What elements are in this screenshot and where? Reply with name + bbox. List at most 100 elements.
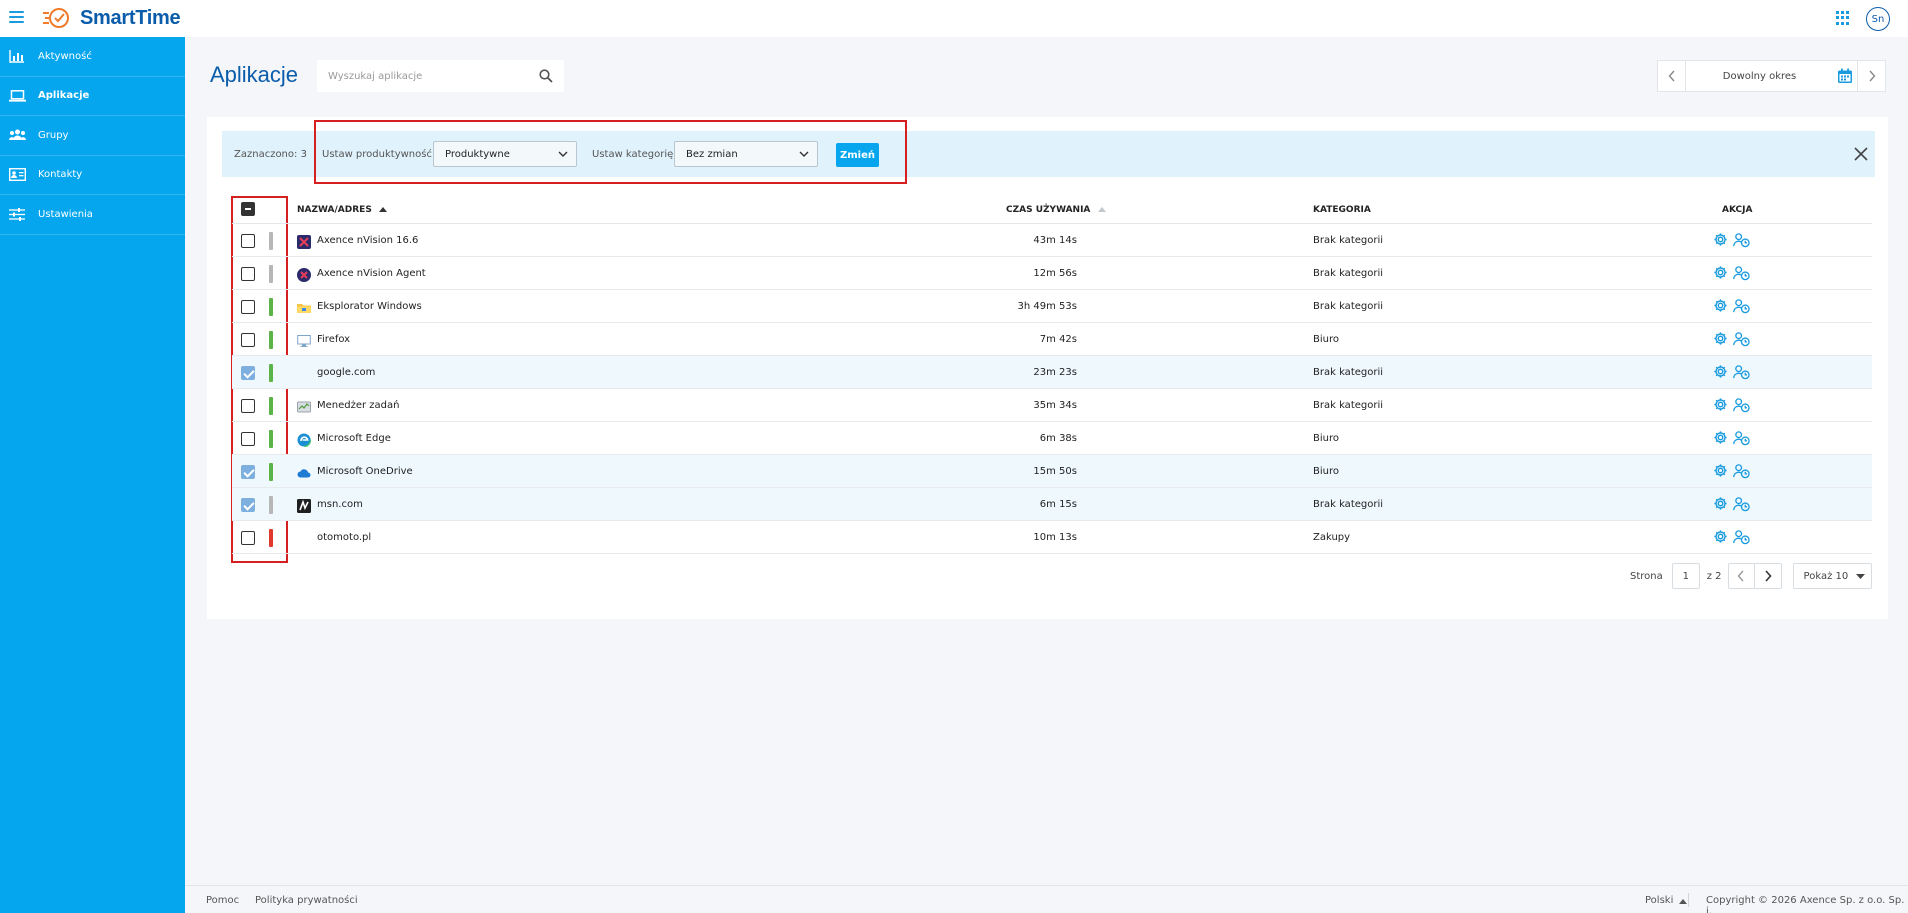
- sidebar-item-activity[interactable]: Aktywność: [0, 37, 185, 77]
- language-value: Polski: [1645, 895, 1674, 906]
- chevron-left-icon: [1737, 570, 1744, 582]
- productivity-indicator: [269, 496, 273, 514]
- close-icon[interactable]: [1854, 147, 1868, 161]
- app-category: Zakupy: [1313, 532, 1351, 543]
- user-schedule-icon[interactable]: [1733, 463, 1750, 479]
- sliders-icon: [8, 207, 26, 221]
- table-row[interactable]: msn.com 6m 15s Brak kategorii: [232, 488, 1872, 521]
- table-row[interactable]: Axence nVision Agent 12m 56s Brak kategori…: [232, 257, 1872, 290]
- task-manager-icon: [297, 399, 311, 413]
- row-checkbox[interactable]: [241, 465, 255, 479]
- logo[interactable]: SmartTime: [42, 6, 181, 30]
- table-row[interactable]: Menedżer zadań 35m 34s Brak kategorii: [232, 389, 1872, 422]
- table-row[interactable]: Axence nVision 16.6 43m 14s Brak kategorii: [232, 224, 1872, 257]
- settings-gear-icon[interactable]: [1713, 265, 1729, 281]
- calendar-button[interactable]: [1833, 61, 1857, 91]
- app-name: msn.com: [317, 499, 363, 510]
- sidebar-item-groups[interactable]: Grupy: [0, 116, 185, 156]
- column-header-time[interactable]: CZAS UŻYWANIA: [1006, 205, 1106, 215]
- row-checkbox[interactable]: [241, 399, 255, 413]
- productivity-indicator: [269, 232, 273, 250]
- row-checkbox[interactable]: [241, 267, 255, 281]
- change-button[interactable]: Zmień: [836, 143, 879, 167]
- period-next-button[interactable]: [1857, 61, 1885, 91]
- brand-name: SmartTime: [80, 6, 181, 29]
- user-schedule-icon[interactable]: [1733, 397, 1750, 413]
- settings-gear-icon[interactable]: [1713, 463, 1729, 479]
- sidebar-item-contacts[interactable]: Kontakty: [0, 156, 185, 195]
- avatar[interactable]: Sn: [1866, 7, 1890, 31]
- sidebar-item-applications[interactable]: Aplikacje: [0, 77, 185, 116]
- row-checkbox[interactable]: [241, 234, 255, 248]
- settings-gear-icon[interactable]: [1713, 430, 1729, 446]
- usage-time: 6m 15s: [1039, 499, 1077, 510]
- app-name: Microsoft Edge: [317, 433, 391, 444]
- hamburger-menu-icon[interactable]: [9, 11, 24, 23]
- page-number-input[interactable]: 1: [1671, 563, 1700, 589]
- usage-time: 6m 38s: [1039, 433, 1077, 444]
- period-label[interactable]: Dowolny okres: [1686, 71, 1833, 82]
- category-value: Bez zmian: [686, 148, 738, 160]
- table-row[interactable]: Microsoft OneDrive 15m 50s Biuro: [232, 455, 1872, 488]
- search-input[interactable]: [317, 60, 527, 92]
- row-checkbox[interactable]: [241, 498, 255, 512]
- user-schedule-icon[interactable]: [1733, 331, 1750, 347]
- user-schedule-icon[interactable]: [1733, 529, 1750, 545]
- productivity-indicator: [269, 529, 273, 547]
- row-checkbox[interactable]: [241, 366, 255, 380]
- user-schedule-icon[interactable]: [1733, 364, 1750, 380]
- productivity-value: Produktywne: [445, 148, 510, 160]
- period-prev-button[interactable]: [1658, 61, 1686, 91]
- row-checkbox[interactable]: [241, 300, 255, 314]
- table-row[interactable]: Eksplorator Windows 3h 49m 53s Brak katego…: [232, 290, 1872, 323]
- productivity-indicator: [269, 331, 273, 349]
- usage-time: 3h 49m 53s: [1017, 301, 1077, 312]
- page-label: Strona: [1630, 570, 1663, 582]
- select-all-checkbox[interactable]: [241, 202, 255, 216]
- productivity-dropdown[interactable]: Produktywne: [433, 141, 577, 167]
- usage-time: 43m 14s: [1033, 235, 1077, 246]
- chevron-right-icon: [1764, 570, 1772, 582]
- user-schedule-icon[interactable]: [1733, 298, 1750, 314]
- table-row[interactable]: otomoto.pl 10m 13s Zakupy: [232, 521, 1872, 554]
- user-schedule-icon[interactable]: [1733, 265, 1750, 281]
- user-schedule-icon[interactable]: [1733, 232, 1750, 248]
- per-page-select[interactable]: Pokaż 10: [1792, 563, 1872, 589]
- productivity-label: Ustaw produktywność: [322, 148, 432, 160]
- user-schedule-icon[interactable]: [1733, 430, 1750, 446]
- table-row[interactable]: Firefox 7m 42s Biuro: [232, 323, 1872, 356]
- row-checkbox[interactable]: [241, 333, 255, 347]
- column-header-category: KATEGORIA: [1313, 205, 1371, 215]
- table-row[interactable]: google.com 23m 23s Brak kategorii: [232, 356, 1872, 389]
- settings-gear-icon[interactable]: [1713, 298, 1729, 314]
- table-row[interactable]: Microsoft Edge 6m 38s Biuro: [232, 422, 1872, 455]
- language-select[interactable]: Polski: [1645, 895, 1688, 906]
- settings-gear-icon[interactable]: [1713, 364, 1729, 380]
- privacy-link[interactable]: Polityka prywatności: [255, 895, 358, 906]
- sidebar-item-settings[interactable]: Ustawienia: [0, 195, 185, 235]
- settings-gear-icon[interactable]: [1713, 496, 1729, 512]
- search-icon[interactable]: [539, 69, 553, 83]
- settings-gear-icon[interactable]: [1713, 529, 1729, 545]
- applications-table: NAZWA/ADRES CZAS UŻYWANIA KATEGORIA AKCJ…: [232, 196, 1872, 554]
- nvision-icon: [297, 234, 311, 249]
- help-link[interactable]: Pomoc: [206, 895, 239, 906]
- table-header: NAZWA/ADRES CZAS UŻYWANIA KATEGORIA AKCJ…: [232, 196, 1872, 224]
- bar-chart-icon: [8, 49, 26, 63]
- prev-page-button[interactable]: [1727, 563, 1755, 589]
- next-page-button[interactable]: [1754, 563, 1782, 589]
- settings-gear-icon[interactable]: [1713, 331, 1729, 347]
- sidebar-item-label: Ustawienia: [38, 208, 93, 220]
- calendar-icon: [1838, 68, 1852, 83]
- edge-icon: [296, 432, 312, 448]
- row-checkbox[interactable]: [241, 531, 255, 545]
- category-dropdown[interactable]: Bez zmian: [674, 141, 818, 167]
- user-schedule-icon[interactable]: [1733, 496, 1750, 512]
- usage-time: 12m 56s: [1033, 268, 1077, 279]
- apps-grid-icon[interactable]: [1836, 11, 1850, 25]
- settings-gear-icon[interactable]: [1713, 232, 1729, 248]
- app-name: Axence nVision 16.6: [317, 235, 419, 246]
- settings-gear-icon[interactable]: [1713, 397, 1729, 413]
- row-checkbox[interactable]: [241, 432, 255, 446]
- column-header-name[interactable]: NAZWA/ADRES: [297, 205, 387, 215]
